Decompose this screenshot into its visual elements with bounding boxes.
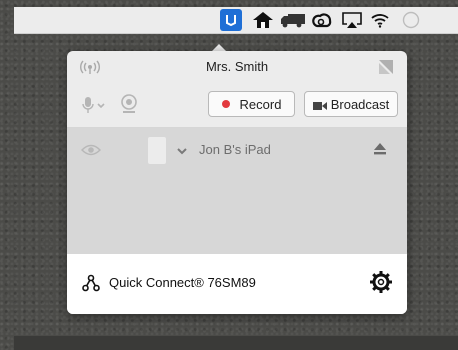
desktop-bottom-strip: [14, 336, 458, 350]
device-row[interactable]: Jon B's iPad: [67, 128, 407, 172]
truck-icon[interactable]: [279, 10, 307, 30]
eject-icon[interactable]: [373, 142, 387, 160]
app-icon[interactable]: [220, 9, 242, 31]
detach-window-icon[interactable]: [378, 59, 394, 80]
home-icon[interactable]: [250, 10, 276, 30]
wifi-icon[interactable]: [369, 10, 391, 30]
gear-icon[interactable]: [369, 270, 393, 299]
video-camera-icon: [312, 99, 327, 110]
popover-panel: Mrs. Smith Record Broadcast Jon B's iPad…: [67, 51, 407, 314]
webcam-icon[interactable]: [120, 94, 138, 119]
quick-connect-icon[interactable]: [82, 274, 100, 297]
record-button[interactable]: Record: [208, 91, 295, 117]
popover-title: Mrs. Smith: [205, 59, 269, 74]
creative-cloud-icon[interactable]: [311, 10, 333, 30]
eye-icon[interactable]: [80, 143, 102, 162]
popover-footer: Quick Connect® 76SM89: [67, 254, 407, 314]
device-name: Jon B's iPad: [199, 142, 271, 157]
popover-header: Mrs. Smith: [67, 51, 407, 83]
record-button-label: Record: [239, 96, 282, 112]
broadcast-button[interactable]: Broadcast: [304, 91, 398, 117]
quick-connect-label[interactable]: Quick Connect® 76SM89: [109, 275, 256, 290]
record-dot-icon: [221, 100, 230, 108]
broadcast-button-label: Broadcast: [330, 96, 390, 112]
notification-icon[interactable]: [400, 10, 422, 30]
controls-row: Record Broadcast: [67, 83, 407, 128]
chevron-down-icon[interactable]: [176, 143, 188, 161]
airplay-icon[interactable]: [340, 10, 364, 30]
menu-bar: [14, 7, 458, 34]
microphone-icon[interactable]: [82, 96, 108, 119]
device-list: Jon B's iPad: [67, 128, 407, 254]
ipad-thumbnail-icon: [148, 137, 166, 164]
